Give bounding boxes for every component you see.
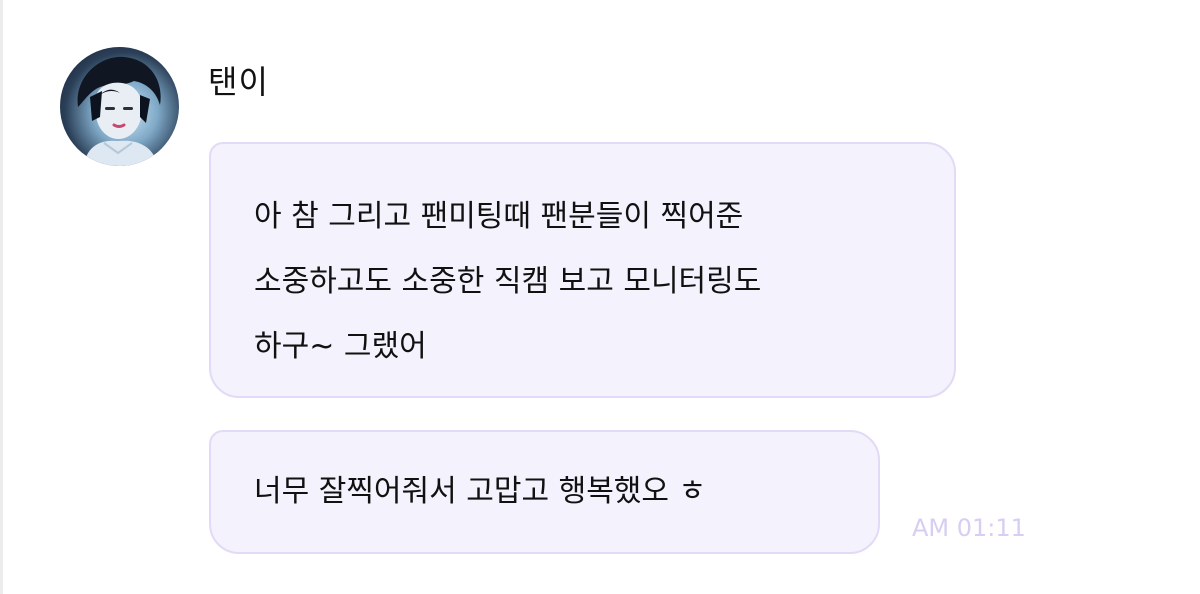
message-line: 너무 잘찍어줘서 고맙고 행복했오 ㅎ — [254, 474, 707, 509]
message-bubble[interactable]: 너무 잘찍어줘서 고맙고 행복했오 ㅎ — [209, 430, 880, 554]
message-timestamp: AM 01:11 — [912, 514, 1026, 542]
message-line: 하구~ 그랬어 — [254, 329, 427, 364]
sender-avatar[interactable] — [60, 47, 179, 166]
profile-photo-icon — [77, 56, 161, 166]
message-line: 아 참 그리고 팬미팅때 팬분들이 찍어준 — [254, 199, 744, 234]
message-bubble[interactable]: 아 참 그리고 팬미팅때 팬분들이 찍어준 소중하고도 소중한 직캠 보고 모니… — [209, 142, 956, 398]
message-line: 소중하고도 소중한 직캠 보고 모니터링도 — [254, 264, 762, 299]
window-edge — [0, 0, 3, 594]
sender-name: 탠이 — [208, 63, 269, 101]
